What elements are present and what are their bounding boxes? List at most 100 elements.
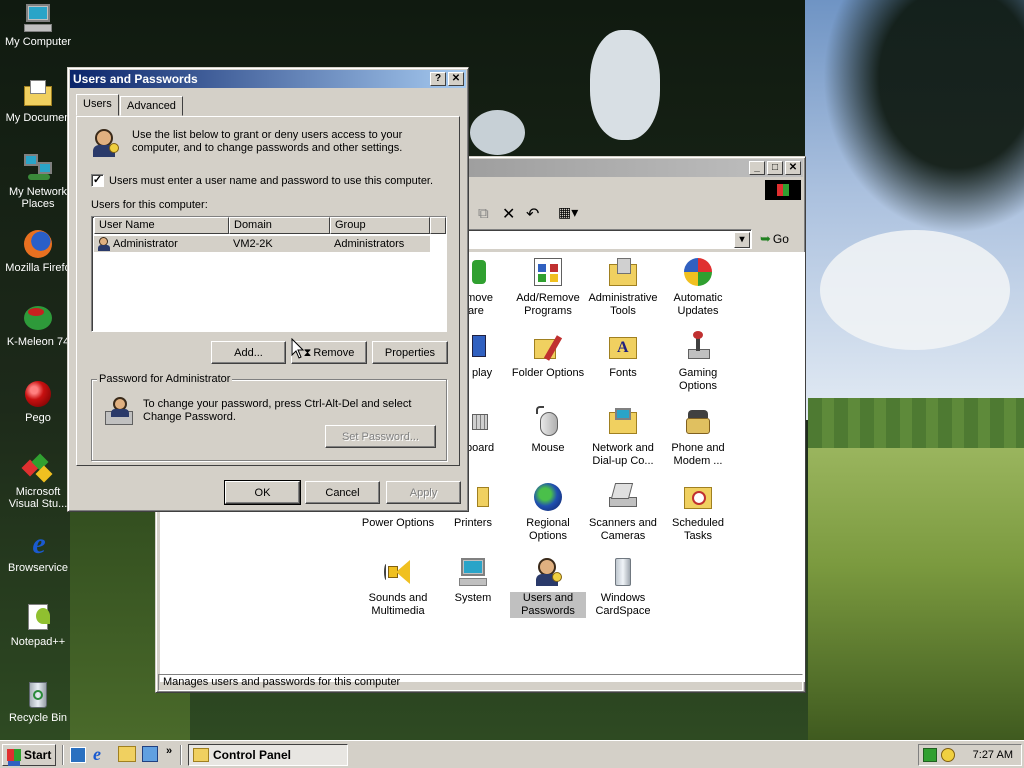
set-password-button[interactable]: Set Password... — [325, 425, 436, 448]
dialog-titlebar[interactable]: Users and Passwords ? ✕ — [70, 70, 466, 88]
internet-explorer-icon[interactable]: e — [93, 744, 111, 764]
go-button[interactable]: ➥ Go — [760, 231, 789, 247]
outlook-icon[interactable] — [142, 746, 158, 762]
display-icon — [472, 331, 488, 363]
cp-item-folder-options[interactable]: Folder Options — [510, 331, 586, 380]
tab-advanced[interactable]: Advanced — [120, 96, 183, 116]
cp-item-scanners-cameras[interactable]: Scanners and Cameras — [585, 481, 661, 543]
cp-item-network-dialup[interactable]: Network and Dial-up Co... — [585, 406, 661, 468]
cell-domain: VM2-2K — [233, 238, 273, 250]
minimize-button[interactable]: _ — [749, 161, 765, 175]
status-bar: Manages users and passwords for this com… — [158, 674, 803, 692]
network-dialup-icon — [607, 406, 639, 438]
close-button[interactable]: ✕ — [785, 161, 801, 175]
table-row[interactable]: Administrator VM2-2K Administrators — [94, 236, 430, 252]
start-label: Start — [24, 748, 52, 762]
cp-item-gaming-options[interactable]: Gaming Options — [660, 331, 736, 393]
delete-icon[interactable]: ✕ — [502, 204, 515, 224]
cp-item-users-passwords[interactable]: Users and Passwords — [510, 556, 586, 618]
toolbar: ⧉ ✕ ↶ ▦▾ — [466, 203, 803, 227]
desktop-icon-firefox[interactable]: Mozilla Firefo — [2, 228, 74, 274]
menubar — [466, 179, 803, 201]
column-header-domain[interactable]: Domain — [229, 217, 330, 234]
cp-item-phone-modem[interactable]: Phone and Modem ... — [660, 406, 736, 468]
cp-item-add-remove-programs[interactable]: Add/Remove Programs — [510, 256, 586, 318]
desktop-icon-network-places[interactable]: My Network Places — [2, 152, 74, 210]
cp-item-label: Administrative Tools — [588, 292, 658, 317]
desktop-icon-notepadpp[interactable]: Notepad++ — [2, 602, 74, 648]
desktop-icon-label: Notepad++ — [10, 636, 66, 648]
address-dropdown-icon[interactable]: ▾ — [734, 232, 750, 248]
cell-group: Administrators — [334, 238, 405, 250]
cancel-button[interactable]: Cancel — [305, 481, 380, 504]
folder-options-icon — [532, 331, 564, 363]
gaming-options-icon — [682, 331, 714, 363]
cp-item-regional-options[interactable]: Regional Options — [510, 481, 586, 543]
quicklaunch-overflow-icon[interactable]: » — [166, 745, 172, 757]
cp-item-administrative-tools[interactable]: Administrative Tools — [585, 256, 661, 318]
cp-item-label: Folder Options — [511, 367, 585, 379]
apply-button[interactable]: Apply — [386, 481, 461, 504]
cp-item-system[interactable]: System — [435, 556, 511, 605]
column-header-group[interactable]: Group — [330, 217, 430, 234]
users-icon — [89, 127, 123, 161]
views-icon[interactable]: ▦▾ — [558, 204, 578, 221]
desktop-icon-label: Recycle Bin — [8, 712, 68, 724]
address-input[interactable] — [466, 229, 752, 249]
must-login-checkbox[interactable]: ✓ — [91, 174, 104, 187]
user-icon — [97, 237, 111, 251]
cp-item-label: Printers — [454, 517, 492, 529]
desktop-icon-pego[interactable]: Pego — [2, 378, 74, 424]
cp-item-label: Fonts — [609, 367, 637, 379]
task-label: Control Panel — [213, 748, 292, 762]
cp-item-label: Windows CardSpace — [595, 592, 651, 617]
add-remove-hardware-icon — [472, 256, 488, 288]
cardspace-icon — [607, 556, 639, 588]
cp-item-sounds-multimedia[interactable]: Sounds and Multimedia — [360, 556, 436, 618]
cp-item-mouse[interactable]: Mouse — [510, 406, 586, 455]
windows-logo-icon — [765, 180, 801, 200]
desktop-icon-kmeleon[interactable]: K-Meleon 74 — [2, 302, 74, 348]
status-text: Manages users and passwords for this com… — [158, 674, 803, 691]
tab-users[interactable]: Users — [76, 94, 119, 116]
address-bar: ▾ ➥ Go — [466, 229, 803, 251]
users-passwords-dialog[interactable]: Users and Passwords ? ✕ Users Advanced U… — [67, 67, 469, 512]
wallpaper-treeline — [808, 398, 1024, 450]
start-button[interactable]: Start — [2, 744, 56, 766]
desktop-icon-visual-studio[interactable]: Microsoft Visual Stu... — [2, 452, 74, 510]
cp-item-fonts[interactable]: A Fonts — [585, 331, 661, 380]
phone-modem-icon — [682, 406, 714, 438]
cp-item-scheduled-tasks[interactable]: Scheduled Tasks — [660, 481, 736, 543]
intro-text: Use the list below to grant or deny user… — [132, 129, 403, 154]
cp-item-automatic-updates[interactable]: Automatic Updates — [660, 256, 736, 318]
update-notify-icon[interactable] — [941, 748, 955, 762]
copy-to-icon[interactable]: ⧉ — [478, 205, 489, 222]
cp-item-label: Network and Dial-up Co... — [592, 442, 654, 467]
properties-button[interactable]: Properties — [372, 341, 448, 364]
explorer-icon[interactable] — [118, 746, 136, 762]
desktop-icon-my-computer[interactable]: My Computer — [2, 2, 74, 48]
add-user-button[interactable]: Add... — [211, 341, 286, 364]
show-desktop-icon[interactable] — [70, 747, 86, 763]
taskbar-button-control-panel[interactable]: Control Panel — [188, 744, 348, 766]
desktop-icon-label: My Network Places — [8, 186, 68, 210]
desktop-icon-my-documents[interactable]: My Documen — [2, 78, 74, 124]
ok-button[interactable]: OK — [224, 480, 301, 505]
clock[interactable]: 7:27 AM — [973, 749, 1013, 761]
dialog-close-button[interactable]: ✕ — [448, 72, 464, 86]
task-separator — [180, 745, 182, 765]
column-header-user-name[interactable]: User Name — [94, 217, 229, 234]
desktop-icon-recycle-bin[interactable]: Recycle Bin — [2, 678, 74, 724]
users-listview[interactable]: User Name Domain Group Administrator VM2… — [91, 216, 447, 332]
cp-item-cardspace[interactable]: Windows CardSpace — [585, 556, 661, 618]
cell-user-name: Administrator — [113, 238, 178, 250]
network-status-icon[interactable] — [923, 748, 937, 762]
wallpaper-sky-gap — [590, 30, 660, 140]
notepadpp-icon — [22, 602, 54, 634]
maximize-button[interactable]: □ — [767, 161, 783, 175]
undo-icon[interactable]: ↶ — [526, 204, 539, 224]
desktop-icon-browservice[interactable]: e Browservice — [2, 528, 74, 575]
help-button[interactable]: ? — [430, 72, 446, 86]
my-documents-icon — [22, 78, 54, 110]
wallpaper-leaves — [800, 0, 1024, 260]
